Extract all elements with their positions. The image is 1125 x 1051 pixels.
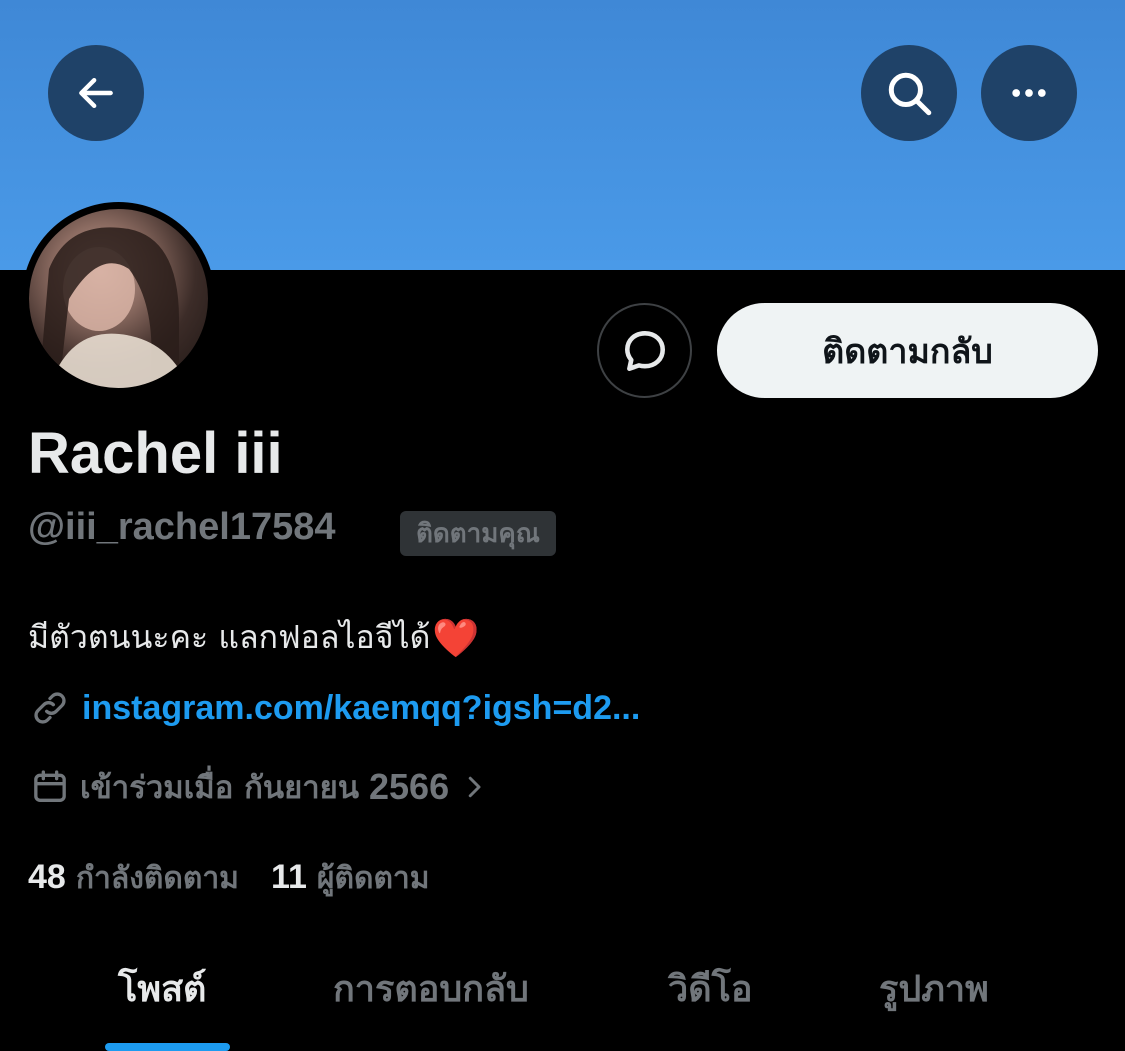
following-stat[interactable]: 48 กำลังติดตาม bbox=[28, 855, 239, 902]
follow-back-button[interactable]: ติดตามกลับ bbox=[717, 303, 1098, 398]
avatar[interactable] bbox=[22, 202, 215, 395]
joined-year: 2566 bbox=[369, 766, 450, 807]
username-handle: @iii_rachel17584 bbox=[28, 506, 336, 548]
followers-label: ผู้ติดตาม bbox=[316, 861, 430, 896]
tab-photos[interactable]: รูปภาพ bbox=[879, 960, 989, 1017]
calendar-icon bbox=[34, 770, 66, 802]
link-icon bbox=[34, 692, 66, 724]
profile-link-row: instagram.com/kaemqq?igsh=d2... bbox=[30, 688, 640, 728]
joined-date-row[interactable]: เข้าร่วมเมื่อ กันยายน 2566 bbox=[30, 762, 489, 812]
profile-link[interactable]: instagram.com/kaemqq?igsh=d2... bbox=[82, 689, 640, 728]
search-button[interactable] bbox=[861, 45, 957, 141]
chevron-right-icon bbox=[468, 776, 481, 798]
following-count: 48 bbox=[28, 858, 66, 896]
active-tab-indicator bbox=[105, 1043, 230, 1051]
heart-emoji: ❤️ bbox=[432, 615, 480, 660]
avatar-photo bbox=[29, 209, 208, 388]
more-horizontal-icon bbox=[1012, 89, 1046, 97]
message-bubble-icon bbox=[624, 330, 665, 371]
tab-videos[interactable]: วิดีโอ bbox=[668, 960, 753, 1017]
follows-you-badge: ติดตามคุณ bbox=[400, 511, 556, 556]
joined-label: เข้าร่วมเมื่อ กันยายน bbox=[80, 770, 360, 806]
following-label: กำลังติดตาม bbox=[75, 861, 239, 896]
arrow-left-icon bbox=[79, 77, 113, 109]
back-button[interactable] bbox=[48, 45, 144, 141]
message-button[interactable] bbox=[597, 303, 692, 398]
more-options-button[interactable] bbox=[981, 45, 1077, 141]
follow-stats: 48 กำลังติดตาม 11 ผู้ติดตาม bbox=[28, 855, 430, 902]
display-name: Rachel iii bbox=[28, 421, 283, 486]
search-icon bbox=[888, 72, 932, 116]
tab-posts[interactable]: โพสต์ bbox=[118, 960, 206, 1017]
followers-count: 11 bbox=[270, 858, 307, 896]
profile-tabs: โพสต์ การตอบกลับ วิดีโอ รูปภาพ bbox=[0, 940, 1125, 1051]
tab-replies[interactable]: การตอบกลับ bbox=[333, 960, 529, 1017]
bio: มีตัวตนนะคะ แลกฟอลไอจีได้ ❤️ bbox=[28, 612, 480, 663]
bio-text: มีตัวตนนะคะ แลกฟอลไอจีได้ bbox=[28, 618, 431, 656]
followers-stat[interactable]: 11 ผู้ติดตาม bbox=[271, 855, 430, 902]
